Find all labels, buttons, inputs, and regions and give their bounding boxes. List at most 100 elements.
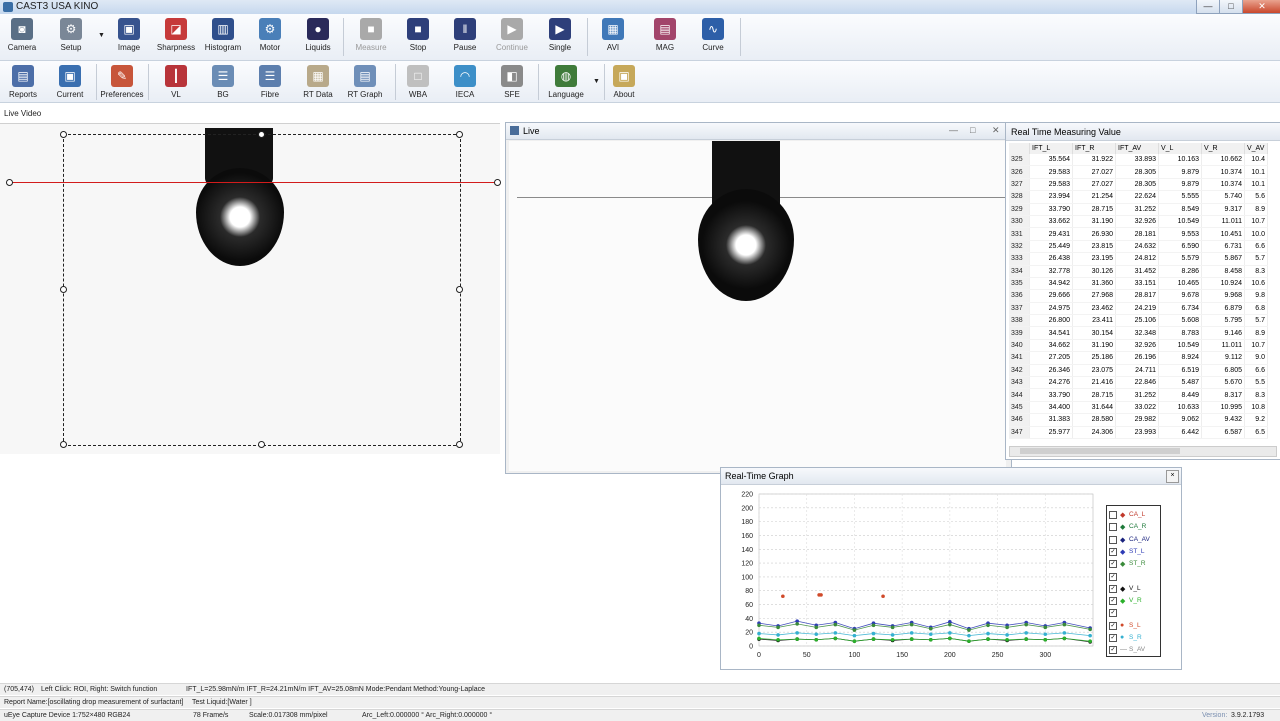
- checkbox-checked[interactable]: ✓: [1109, 646, 1117, 655]
- checkbox-checked[interactable]: ✓: [1109, 621, 1117, 630]
- histogram-button[interactable]: ▥ Histogram: [200, 18, 246, 52]
- baseline-left-handle[interactable]: [6, 179, 13, 186]
- ieca-button[interactable]: ◠ IECA: [442, 65, 488, 99]
- table-row[interactable]: 339 34.541 30.154 32.348 8.783 9.146 8.9: [1009, 326, 1268, 340]
- stop-button[interactable]: ■ Stop: [395, 18, 441, 52]
- fibre-button[interactable]: ☰ Fibre: [247, 65, 293, 99]
- checkbox-checked[interactable]: ✓: [1109, 547, 1117, 556]
- legend-item[interactable]: ◆ CA_R: [1109, 521, 1159, 533]
- legend-item[interactable]: ✓ ◆ V_R: [1109, 595, 1159, 607]
- column-header[interactable]: V_L: [1158, 143, 1202, 154]
- table-row[interactable]: 333 26.438 23.195 24.812 5.579 5.867 5.7: [1009, 252, 1268, 266]
- table-row[interactable]: 345 34.400 31.644 33.022 10.633 10.995 10.8: [1009, 401, 1268, 415]
- horizontal-scrollbar[interactable]: [1009, 446, 1277, 457]
- table-row[interactable]: 347 25.977 24.306 23.993 6.442 6.587 6.5: [1009, 426, 1268, 440]
- table-row[interactable]: 327 29.583 27.027 28.305 9.879 10.374 10.1: [1009, 178, 1268, 192]
- camera-button[interactable]: ◙ Camera: [0, 18, 45, 52]
- table-row[interactable]: 340 34.662 31.190 32.926 10.549 11.011 10.7: [1009, 339, 1268, 353]
- image-button[interactable]: ▣ Image: [106, 18, 152, 52]
- checkbox-checked[interactable]: ✓: [1109, 609, 1117, 618]
- liquids-button[interactable]: ● Liquids: [295, 18, 341, 52]
- table-row[interactable]: 341 27.205 25.186 26.196 8.924 9.112 9.0: [1009, 351, 1268, 365]
- legend-item[interactable]: ✓ ● S_R: [1109, 632, 1159, 644]
- setup-button[interactable]: ⚙ Setup: [48, 18, 94, 52]
- roi-handle-tc[interactable]: [258, 131, 265, 138]
- mag-button[interactable]: ▤ MAG: [642, 18, 688, 52]
- table-row[interactable]: 332 25.449 23.815 24.632 6.590 6.731 6.6: [1009, 240, 1268, 254]
- live-minimize-button[interactable]: —: [949, 125, 958, 135]
- live-video-tab[interactable]: Live Video: [4, 109, 41, 118]
- legend-item[interactable]: ✓ — S_AV: [1109, 644, 1159, 656]
- roi-handle-tl[interactable]: [60, 131, 67, 138]
- checkbox-checked[interactable]: ✓: [1109, 584, 1117, 593]
- roi-handle-bc[interactable]: [258, 441, 265, 448]
- pause-button[interactable]: ‖ Pause: [442, 18, 488, 52]
- table-row[interactable]: 342 26.346 23.075 24.711 6.519 6.805 6.6: [1009, 364, 1268, 378]
- legend-item[interactable]: ◆ CA_L: [1109, 509, 1159, 521]
- checkbox-checked[interactable]: ✓: [1109, 572, 1117, 581]
- live-view[interactable]: [509, 141, 1006, 471]
- roi-rectangle[interactable]: [63, 134, 461, 446]
- table-row[interactable]: 344 33.790 28.715 31.252 8.449 8.317 8.3: [1009, 388, 1268, 402]
- legend-item[interactable]: ◆ CA_AV: [1109, 534, 1159, 546]
- minimize-button[interactable]: —: [1196, 0, 1220, 14]
- language-dropdown-caret[interactable]: ▼: [593, 78, 600, 85]
- legend-item[interactable]: ✓ ◆ ST_L: [1109, 546, 1159, 558]
- table-row[interactable]: 325 35.564 31.922 33.893 10.163 10.662 10.4: [1009, 154, 1268, 167]
- measure-button[interactable]: ■ Measure: [348, 18, 394, 52]
- legend-item[interactable]: ✓ ● S_L: [1109, 620, 1159, 632]
- table-row[interactable]: 334 32.778 30.126 31.452 8.286 8.458 8.3: [1009, 265, 1268, 278]
- checkbox-checked[interactable]: ✓: [1109, 560, 1117, 569]
- avi-button[interactable]: ▦ AVI: [590, 18, 636, 52]
- sfe-button[interactable]: ◧ SFE: [489, 65, 535, 99]
- roi-handle-br[interactable]: [456, 441, 463, 448]
- baseline-right-handle[interactable]: [494, 179, 501, 186]
- current-button[interactable]: ▣ Current: [47, 65, 93, 99]
- scrollbar-thumb[interactable]: [1020, 448, 1180, 454]
- motor-button[interactable]: ⚙ Motor: [247, 18, 293, 52]
- reports-button[interactable]: ▤ Reports: [0, 65, 46, 99]
- legend-item[interactable]: ✓ ◆ V_L: [1109, 583, 1159, 595]
- rt-graph-window[interactable]: Real-Time Graph × 0 20 40 60 80 100 120 140 160 1…: [720, 467, 1182, 670]
- live-video-panel[interactable]: [0, 123, 501, 454]
- table-row[interactable]: 346 31.383 28.580 29.982 9.062 9.432 9.2: [1009, 413, 1268, 427]
- rt-data-button[interactable]: ▦ RT Data: [295, 65, 341, 99]
- column-header[interactable]: [1009, 143, 1030, 154]
- roi-handle-tr[interactable]: [456, 131, 463, 138]
- table-row[interactable]: 329 33.790 28.715 31.252 8.549 9.317 8.9: [1009, 203, 1268, 216]
- table-row[interactable]: 328 23.994 21.254 22.624 5.555 5.740 5.6: [1009, 190, 1268, 204]
- curve-button[interactable]: ∿ Curve: [690, 18, 736, 52]
- wba-button[interactable]: □ WBA: [395, 65, 441, 99]
- table-row[interactable]: 335 34.942 31.360 33.151 10.465 10.924 10.6: [1009, 277, 1268, 291]
- live-close-button[interactable]: ✕: [992, 125, 1000, 136]
- column-header[interactable]: IFT_L: [1029, 143, 1073, 154]
- column-header[interactable]: V_AV: [1244, 143, 1268, 154]
- rt-measuring-window[interactable]: Real Time Measuring Value IFT_L IFT_R IFT_…: [1005, 122, 1280, 460]
- about-button[interactable]: ▣ About: [601, 65, 647, 99]
- sharpness-button[interactable]: ◪ Sharpness: [153, 18, 199, 52]
- checkbox-unchecked[interactable]: [1109, 523, 1117, 532]
- rt-graph-button[interactable]: ▤ RT Graph: [342, 65, 388, 99]
- table-row[interactable]: 331 29.431 26.930 28.181 9.553 10.451 10.0: [1009, 227, 1268, 241]
- roi-handle-mr[interactable]: [456, 286, 463, 293]
- table-row[interactable]: 343 24.276 21.416 22.846 5.487 5.670 5.5: [1009, 376, 1268, 390]
- table-row[interactable]: 336 29.666 27.968 28.817 9.678 9.968 9.8: [1009, 289, 1268, 303]
- close-button[interactable]: ✕: [1242, 0, 1280, 14]
- checkbox-unchecked[interactable]: [1109, 535, 1117, 544]
- table-row[interactable]: 330 33.662 31.190 32.926 10.549 11.011 10.7: [1009, 215, 1268, 229]
- rt-graph-close-button[interactable]: ×: [1166, 470, 1179, 483]
- checkbox-checked[interactable]: ✓: [1109, 597, 1117, 606]
- rt-measuring-table[interactable]: IFT_L IFT_R IFT_AV V_L V_R V_AV 325 35.564 31.9…: [1009, 143, 1268, 440]
- checkbox-checked[interactable]: ✓: [1109, 634, 1117, 642]
- language-button[interactable]: ◍ Language: [543, 65, 589, 99]
- column-header[interactable]: IFT_R: [1072, 143, 1116, 154]
- continue-button[interactable]: ▶ Continue: [489, 18, 535, 52]
- legend-item[interactable]: ✓: [1109, 571, 1159, 583]
- live-window[interactable]: Live — □ ✕: [505, 122, 1012, 474]
- checkbox-unchecked[interactable]: [1109, 511, 1117, 519]
- column-header[interactable]: V_R: [1201, 143, 1245, 154]
- legend-item[interactable]: ✓ ◆ ST_R: [1109, 558, 1159, 570]
- single-button[interactable]: ▶ Single: [537, 18, 583, 52]
- maximize-button[interactable]: □: [1219, 0, 1243, 14]
- bg-button[interactable]: ☰ BG: [200, 65, 246, 99]
